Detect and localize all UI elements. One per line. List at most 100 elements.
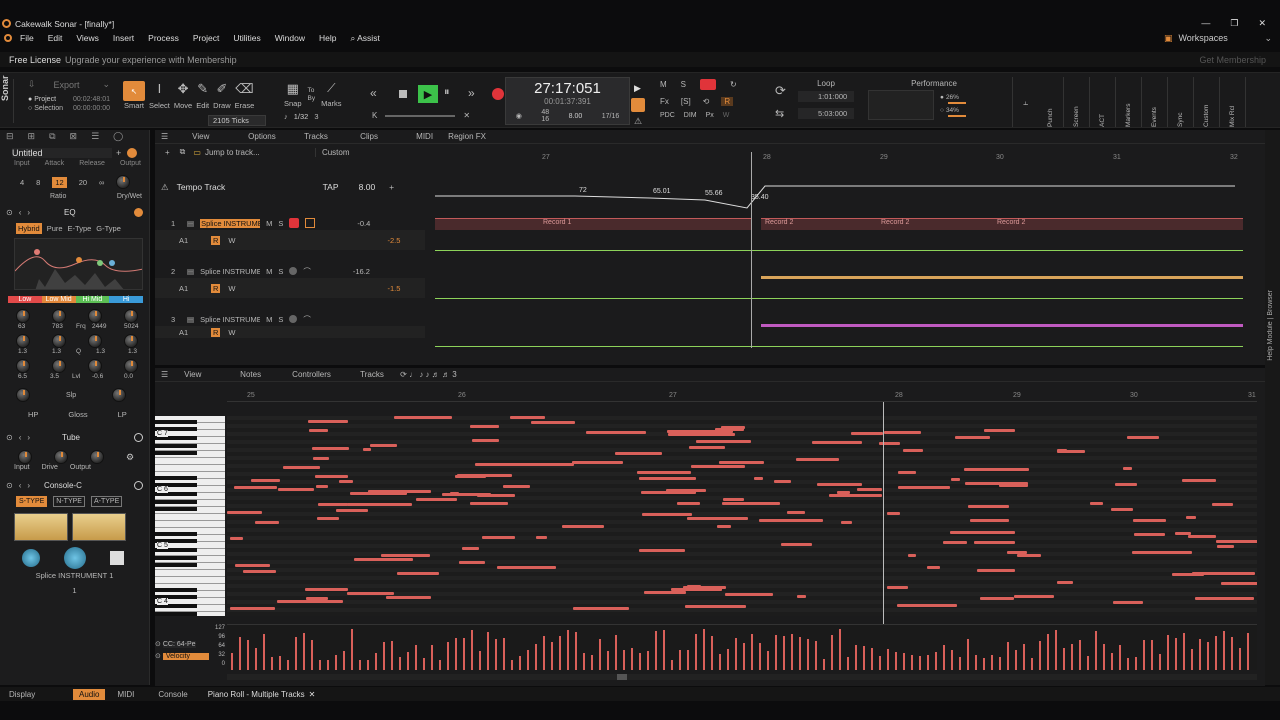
clip-record-2b[interactable]: Record 2 bbox=[877, 218, 993, 230]
hi-q-knob[interactable] bbox=[124, 334, 138, 348]
midi-note[interactable] bbox=[309, 429, 328, 432]
audio-tab[interactable]: Audio bbox=[73, 688, 106, 700]
input-echo-icon[interactable]: ⌒ bbox=[303, 314, 311, 325]
velocity-bar[interactable] bbox=[607, 651, 609, 670]
midi-note[interactable] bbox=[1182, 479, 1216, 482]
velocity-bar[interactable] bbox=[351, 629, 353, 670]
midi-note[interactable] bbox=[1017, 554, 1041, 557]
punch-module[interactable]: Punch bbox=[1038, 77, 1064, 127]
velocity-bar[interactable] bbox=[1015, 650, 1017, 670]
velocity-bar[interactable] bbox=[1247, 633, 1249, 670]
midi-note[interactable] bbox=[829, 494, 882, 497]
velocity-bar[interactable] bbox=[615, 635, 617, 670]
velocity-bar[interactable] bbox=[1175, 638, 1177, 670]
velocity-bar[interactable] bbox=[895, 652, 897, 670]
velocity-bar[interactable] bbox=[647, 651, 649, 670]
record-arm-button[interactable] bbox=[289, 267, 298, 275]
midi-note[interactable] bbox=[615, 452, 662, 455]
close-tab-icon[interactable]: ✕ bbox=[309, 690, 316, 699]
sync-module[interactable]: Sync bbox=[1168, 77, 1194, 127]
midi-note[interactable] bbox=[1134, 533, 1165, 536]
velocity-bar[interactable] bbox=[1119, 645, 1121, 670]
velocity-bar[interactable] bbox=[567, 630, 569, 670]
ratio-4[interactable]: 4 bbox=[20, 178, 24, 187]
velocity-bar[interactable] bbox=[1111, 653, 1113, 670]
velocity-bar[interactable] bbox=[263, 634, 265, 670]
midi-note[interactable] bbox=[950, 531, 1015, 534]
velocity-bar[interactable] bbox=[919, 656, 921, 670]
tool-move[interactable]: ✥ Move bbox=[174, 81, 192, 110]
midi-note[interactable] bbox=[725, 593, 773, 596]
midi-note[interactable] bbox=[689, 446, 725, 449]
tube-collapse-icon[interactable]: ⊙ bbox=[6, 433, 13, 442]
midi-note[interactable] bbox=[397, 572, 439, 575]
velocity-bar[interactable] bbox=[1191, 649, 1193, 670]
mute-all-button[interactable]: M bbox=[660, 80, 667, 89]
velocity-bar[interactable] bbox=[543, 636, 545, 670]
midi-note[interactable] bbox=[497, 566, 556, 569]
midi-note[interactable] bbox=[887, 512, 900, 515]
midi-note[interactable] bbox=[1007, 551, 1027, 554]
midi-note[interactable] bbox=[1216, 540, 1257, 543]
midi-note[interactable] bbox=[644, 591, 686, 594]
track-2[interactable]: 2 ▤ Splice INSTRUMENT M S ⌒ -16.2 A1 R W… bbox=[155, 264, 425, 312]
midi-note[interactable] bbox=[639, 477, 696, 480]
midi-note[interactable] bbox=[974, 541, 1015, 544]
play-small-icon[interactable]: ▶ bbox=[634, 83, 641, 94]
midi-note[interactable] bbox=[691, 465, 745, 468]
clip-record-2c[interactable]: Record 2 bbox=[993, 218, 1243, 230]
screen-module[interactable]: Screen bbox=[1064, 77, 1090, 127]
midi-note[interactable] bbox=[1188, 535, 1216, 538]
velocity-bar[interactable] bbox=[1207, 642, 1209, 670]
velocity-bar[interactable] bbox=[631, 648, 633, 670]
midi-note[interactable] bbox=[235, 564, 270, 567]
velocity-bar[interactable] bbox=[751, 634, 753, 670]
console-drive-knob[interactable] bbox=[22, 549, 40, 567]
project-radio[interactable]: ● bbox=[28, 96, 32, 103]
midi-note[interactable] bbox=[243, 570, 276, 573]
console-s-type[interactable]: S-TYPE bbox=[16, 496, 48, 507]
midi-note[interactable] bbox=[306, 597, 328, 600]
midi-note[interactable] bbox=[475, 463, 539, 466]
midi-note[interactable] bbox=[316, 485, 328, 488]
read-automation-button[interactable]: R bbox=[211, 283, 221, 293]
velocity-bar[interactable] bbox=[383, 642, 385, 670]
velocity-bar[interactable] bbox=[983, 658, 985, 670]
clip-record-1[interactable]: Record 1 bbox=[435, 218, 751, 230]
hi-freq-knob[interactable] bbox=[124, 309, 138, 323]
record-arm-button[interactable] bbox=[289, 218, 300, 228]
velocity-bar[interactable] bbox=[1071, 644, 1073, 670]
midi-note[interactable] bbox=[503, 485, 530, 488]
velocity-bar[interactable] bbox=[911, 655, 913, 670]
midi-note[interactable] bbox=[234, 486, 277, 489]
midi-note[interactable] bbox=[857, 488, 882, 491]
time-signature[interactable]: 17/16 bbox=[602, 113, 620, 120]
velocity-bar[interactable] bbox=[975, 655, 977, 670]
write-automation-button[interactable]: W bbox=[228, 284, 235, 293]
menu-process[interactable]: Process bbox=[148, 33, 179, 43]
velocity-bar[interactable] bbox=[527, 650, 529, 670]
velocity-bar[interactable] bbox=[863, 646, 865, 670]
midi-note[interactable] bbox=[1115, 483, 1137, 486]
midi-note[interactable] bbox=[354, 558, 413, 561]
velocity-bar[interactable] bbox=[847, 657, 849, 670]
midi-note[interactable] bbox=[908, 554, 916, 557]
midi-note[interactable] bbox=[462, 547, 479, 550]
velocity-bar[interactable] bbox=[695, 634, 697, 670]
midi-note[interactable] bbox=[1111, 508, 1133, 511]
tube-input-knob[interactable] bbox=[18, 450, 32, 464]
close-icon[interactable]: ✕ bbox=[1258, 18, 1266, 29]
velocity-bar[interactable] bbox=[583, 653, 585, 670]
lp-slope-knob[interactable] bbox=[112, 388, 127, 402]
midi-note[interactable] bbox=[977, 569, 1015, 572]
midi-note[interactable] bbox=[1192, 572, 1255, 575]
record-icon[interactable] bbox=[492, 88, 504, 100]
act-module[interactable]: ACT bbox=[1090, 77, 1116, 127]
velocity-bar[interactable] bbox=[703, 629, 705, 670]
ratio-inf[interactable]: ∞ bbox=[99, 178, 104, 187]
midi-note[interactable] bbox=[1123, 467, 1132, 470]
menu-utilities[interactable]: Utilities bbox=[233, 33, 260, 43]
tap-button[interactable]: TAP bbox=[323, 182, 359, 192]
low-q-knob[interactable] bbox=[16, 334, 30, 348]
velocity-bar[interactable] bbox=[1215, 636, 1217, 670]
